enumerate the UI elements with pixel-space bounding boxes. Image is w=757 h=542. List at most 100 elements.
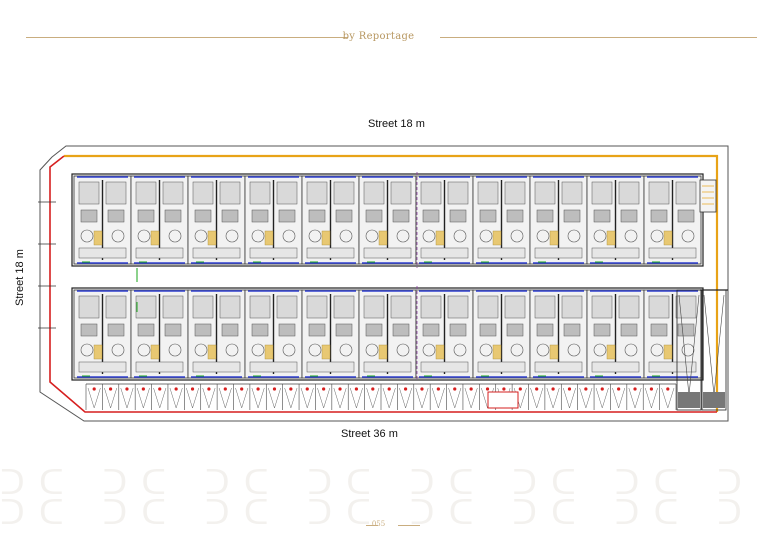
parking-marker (223, 387, 227, 391)
parking-bay (399, 387, 413, 409)
parking-bay (382, 387, 396, 409)
unit (301, 175, 360, 265)
unit (187, 289, 246, 379)
parking-marker (158, 387, 162, 391)
parking-bay (366, 387, 380, 409)
parking-marker (387, 387, 391, 391)
parking-bay (136, 387, 150, 409)
parking-bay (333, 387, 347, 409)
unit (244, 289, 303, 379)
parking-marker (92, 387, 96, 391)
parking-bay (546, 387, 560, 409)
unit (358, 175, 417, 265)
parking-bay (349, 387, 363, 409)
parking-bay (218, 387, 232, 409)
parking-marker (240, 387, 244, 391)
unit (586, 289, 645, 379)
unit (415, 175, 474, 265)
parking-marker (289, 387, 293, 391)
parking-bay (661, 387, 675, 409)
parking-bay (300, 387, 314, 409)
parking-bay (120, 387, 134, 409)
unit-rows (71, 173, 704, 381)
parking-marker (551, 387, 555, 391)
unit (643, 289, 702, 379)
parking-bay (563, 387, 576, 409)
parking-bay (415, 387, 429, 409)
parking-marker (207, 387, 211, 391)
parking-marker (338, 387, 342, 391)
footer-rule-right (398, 525, 420, 526)
parking-marker (649, 387, 654, 391)
unit (130, 289, 189, 379)
site-plan (38, 145, 729, 422)
unit (415, 289, 474, 379)
parking-marker (453, 387, 457, 391)
parking-marker (633, 387, 637, 391)
parking-marker (322, 387, 326, 391)
unit (586, 175, 645, 265)
parking-marker (420, 387, 424, 391)
parking-marker (403, 387, 408, 391)
parking-marker (617, 387, 621, 391)
parking-marker (485, 387, 490, 391)
page-number: 055 (371, 520, 386, 528)
parking-bay (464, 387, 478, 409)
parking-marker (518, 387, 522, 391)
parking-bay (104, 387, 118, 409)
parking-marker (174, 387, 178, 391)
parking-marker (535, 387, 539, 391)
unit (529, 175, 588, 265)
street-bottom-label: Street 36 m (341, 428, 398, 440)
parking-marker (141, 387, 145, 391)
parking-marker (272, 387, 277, 391)
parking-bay (317, 387, 331, 409)
parking-marker (436, 387, 440, 391)
parking-bay (530, 387, 544, 409)
gate (487, 391, 519, 409)
parking-marker (125, 387, 129, 391)
unit (73, 175, 132, 265)
parking-bay (186, 387, 199, 409)
parking-marker (584, 387, 588, 391)
parking-marker (371, 387, 375, 391)
parking-marker (502, 387, 506, 391)
unit (187, 175, 246, 265)
unit (643, 175, 702, 265)
unit (130, 175, 189, 265)
parking-bay (579, 387, 593, 409)
parking-bay (235, 387, 249, 409)
parking-bay (431, 387, 445, 409)
parking-bay (612, 387, 626, 409)
parking-bay (169, 387, 183, 409)
parking-bay (268, 387, 281, 409)
parking-marker (108, 387, 113, 391)
parking-bay (153, 387, 167, 409)
left-road-marks (38, 201, 56, 329)
unit (301, 289, 360, 379)
unit (529, 289, 588, 379)
parking-marker (469, 387, 473, 391)
unit (358, 289, 417, 379)
parking-bay (87, 387, 101, 409)
parking-bay (628, 387, 642, 409)
parking-marker (305, 387, 309, 391)
unit (472, 175, 531, 265)
parking-marker (600, 387, 604, 391)
parking-bay (202, 387, 216, 409)
unit (244, 175, 303, 265)
parking-bay (251, 387, 265, 409)
parking-marker (256, 387, 260, 391)
unit (73, 289, 132, 379)
street-top-label: Street 18 m (368, 118, 425, 130)
parking-bay (644, 387, 658, 409)
parking-bay (284, 387, 298, 409)
parking-rows (85, 383, 677, 410)
parking-bay (595, 387, 609, 409)
street-left-label: Street 18 m (14, 249, 26, 306)
parking-marker (666, 387, 670, 391)
parking-bay (448, 387, 462, 409)
parking-marker (354, 387, 359, 391)
parking-marker (567, 387, 572, 391)
unit (472, 289, 531, 379)
